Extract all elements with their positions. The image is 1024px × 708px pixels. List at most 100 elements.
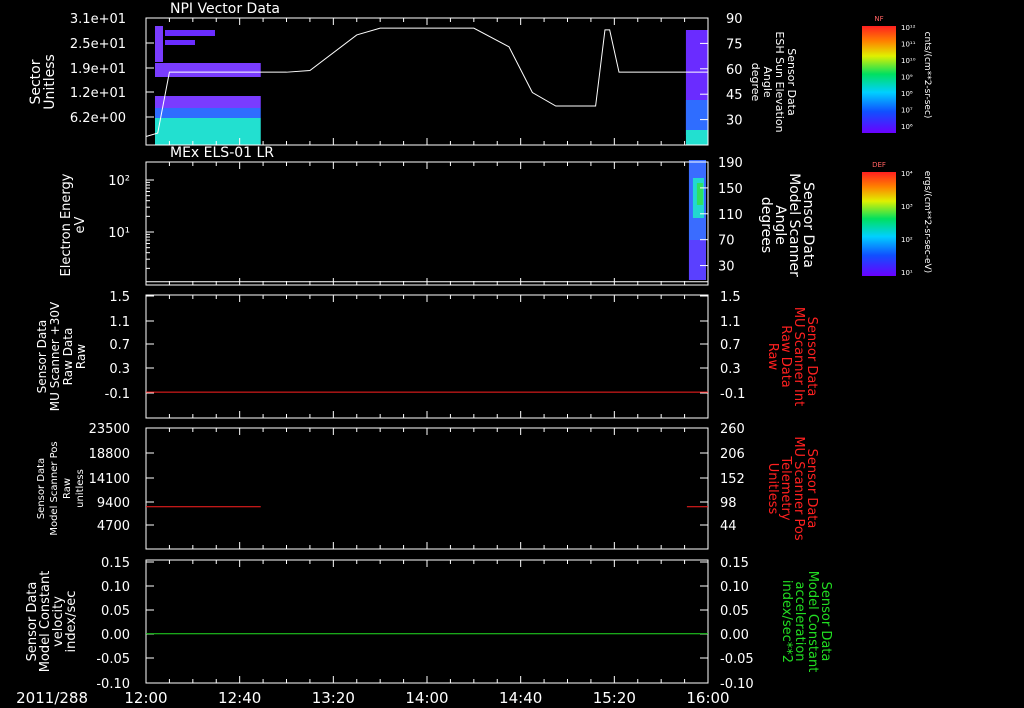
x-tick-label: 16:00 bbox=[686, 689, 729, 707]
y-tick-label-left: 1.2e+01 bbox=[70, 86, 126, 101]
y-tick-label-right: 0.05 bbox=[720, 604, 749, 619]
y-tick-label-right: 206 bbox=[720, 447, 745, 462]
y-tick-label-left: -0.05 bbox=[96, 652, 130, 667]
y-axis-title-right: degree bbox=[749, 63, 762, 102]
y-axis-title-left: Sensor Data bbox=[36, 458, 47, 519]
npi-block-violet bbox=[165, 40, 195, 45]
npi-block-violet bbox=[155, 26, 163, 62]
npi-colorbar bbox=[862, 26, 896, 133]
y-tick-label-left: 10² bbox=[108, 174, 130, 189]
y-tick-label-right: 60 bbox=[726, 63, 743, 78]
colorbar-unit: cnts/(cm**2-sr-sec) bbox=[922, 32, 932, 119]
y-axis-title-left: Model Scanner Pos bbox=[49, 441, 60, 535]
els-block-violet bbox=[688, 240, 706, 280]
y-tick-label-right: 0.15 bbox=[720, 556, 749, 571]
y-tick-label-left: 23500 bbox=[89, 422, 130, 437]
x-tick-label: 12:00 bbox=[124, 689, 167, 707]
colorbar-tick: 10³ bbox=[901, 203, 913, 211]
y-axis-title-left: Sensor Data bbox=[35, 320, 49, 394]
x-tick-label: 13:20 bbox=[312, 689, 355, 707]
x-tick-label: 15:20 bbox=[593, 689, 636, 707]
colorbar-tick: 10¹⁰ bbox=[901, 57, 916, 65]
y-tick-label-left: 1.9e+01 bbox=[70, 62, 126, 77]
y-axis-title-left: Raw bbox=[62, 478, 73, 499]
y-tick-label-left: 0.15 bbox=[101, 556, 130, 571]
chart-stack: NPI Vector Data 3.1e+01 2.5e+01 1.9e+01 1.2e… bbox=[16, 1, 932, 707]
y-tick-label-right: 75 bbox=[726, 37, 743, 52]
y-tick-label-left: 14100 bbox=[89, 472, 130, 487]
y-tick-label-right: 70 bbox=[718, 234, 735, 249]
y-tick-label-left: 1.1 bbox=[109, 315, 130, 330]
npi-block-blue bbox=[685, 100, 708, 130]
colorbar-tick: 10⁷ bbox=[901, 107, 913, 115]
y-tick-label-right: 98 bbox=[720, 496, 737, 511]
y-tick-label-left: 9400 bbox=[97, 496, 130, 511]
y-tick-label-right: 0.00 bbox=[720, 628, 749, 643]
colorbar-tick: 10¹ bbox=[901, 269, 913, 277]
y-tick-label-right: 150 bbox=[718, 182, 743, 197]
y-tick-label-left: 0.7 bbox=[109, 338, 130, 353]
colorbar-label: NF bbox=[874, 15, 883, 23]
npi-block-cyan bbox=[685, 130, 708, 145]
y-tick-label-right: 0.3 bbox=[720, 362, 741, 377]
x-tick-label: 14:00 bbox=[405, 689, 448, 707]
y-axis-title-left: Raw bbox=[74, 344, 88, 369]
y-tick-label-left: 3.1e+01 bbox=[70, 12, 126, 27]
x-tick-label: 14:40 bbox=[499, 689, 542, 707]
y-tick-label-right: 260 bbox=[720, 422, 745, 437]
colorbar-tick: 10¹² bbox=[901, 24, 916, 32]
y-tick-label-right: 152 bbox=[720, 472, 745, 487]
npi-block-cyan bbox=[155, 118, 261, 145]
els-colorbar bbox=[862, 172, 896, 276]
y-tick-label-left: 0.10 bbox=[101, 580, 130, 595]
y-tick-label-right: 1.1 bbox=[720, 315, 741, 330]
y-tick-label-left: 0.00 bbox=[101, 628, 130, 643]
x-tick-label: 12:40 bbox=[218, 689, 261, 707]
y-axis-title-right: Unitless bbox=[765, 463, 780, 515]
y-axis-title-right: Raw bbox=[765, 343, 780, 371]
npi-block-violet bbox=[165, 30, 215, 36]
x-date-label: 2011/288 bbox=[16, 689, 88, 707]
colorbar-tick: 10¹¹ bbox=[901, 41, 916, 49]
y-tick-label-left: -0.1 bbox=[105, 387, 130, 402]
y-axis-title-right: index/sec**2 bbox=[779, 580, 794, 663]
y-tick-label-right: 45 bbox=[726, 88, 743, 103]
y-axis-title-left: Electron Energy bbox=[59, 173, 74, 276]
y-tick-label-right: 30 bbox=[718, 260, 735, 275]
y-tick-label-left: 6.2e+00 bbox=[70, 111, 126, 126]
colorbar-tick: 10⁶ bbox=[901, 123, 913, 131]
els-block-green bbox=[696, 183, 703, 205]
y-tick-label-left: 0.3 bbox=[109, 362, 130, 377]
y-axis-title-right: degrees bbox=[758, 197, 774, 253]
npi-block-blue bbox=[155, 108, 261, 118]
y-tick-label-right: 0.10 bbox=[720, 580, 749, 595]
y-tick-label-right: 190 bbox=[718, 156, 743, 171]
y-tick-label-left: 1.5 bbox=[109, 290, 130, 305]
y-axis-title-left: MU Scanner +30V bbox=[48, 301, 62, 411]
colorbar-unit: ergs/(cm**2-sr-sec-eV) bbox=[922, 171, 932, 273]
panel-frame bbox=[145, 294, 709, 419]
colorbar-tick: 10⁴ bbox=[901, 170, 913, 178]
y-axis-title-left: index/sec bbox=[64, 591, 79, 653]
colorbar-tick: 10² bbox=[901, 236, 913, 244]
y-tick-label-right: -0.05 bbox=[720, 652, 754, 667]
y-tick-label-right: 90 bbox=[726, 12, 743, 27]
y-tick-label-left: 4700 bbox=[97, 519, 130, 534]
colorbar-tick: 10⁸ bbox=[901, 90, 913, 98]
panel-frame bbox=[145, 161, 709, 286]
y-tick-label-left: 0.05 bbox=[101, 604, 130, 619]
y-tick-label-right: -0.1 bbox=[720, 387, 745, 402]
els-title: MEx ELS-01 LR bbox=[170, 145, 274, 161]
y-tick-label-right: 110 bbox=[718, 208, 743, 223]
y-tick-label-left: 2.5e+01 bbox=[70, 37, 126, 52]
y-axis-title-left: eV bbox=[73, 216, 88, 233]
colorbar-tick: 10⁹ bbox=[901, 74, 913, 82]
npi-title: NPI Vector Data bbox=[170, 1, 280, 17]
y-tick-label-right: 1.5 bbox=[720, 290, 741, 305]
npi-spectrogram bbox=[155, 26, 708, 145]
npi-block-violet bbox=[155, 96, 261, 108]
y-axis-title-left: Raw Data bbox=[61, 328, 75, 386]
y-tick-label-left: 10¹ bbox=[108, 226, 130, 241]
panel-frame bbox=[145, 559, 709, 684]
y-axis-title-left: unitless bbox=[75, 469, 86, 508]
